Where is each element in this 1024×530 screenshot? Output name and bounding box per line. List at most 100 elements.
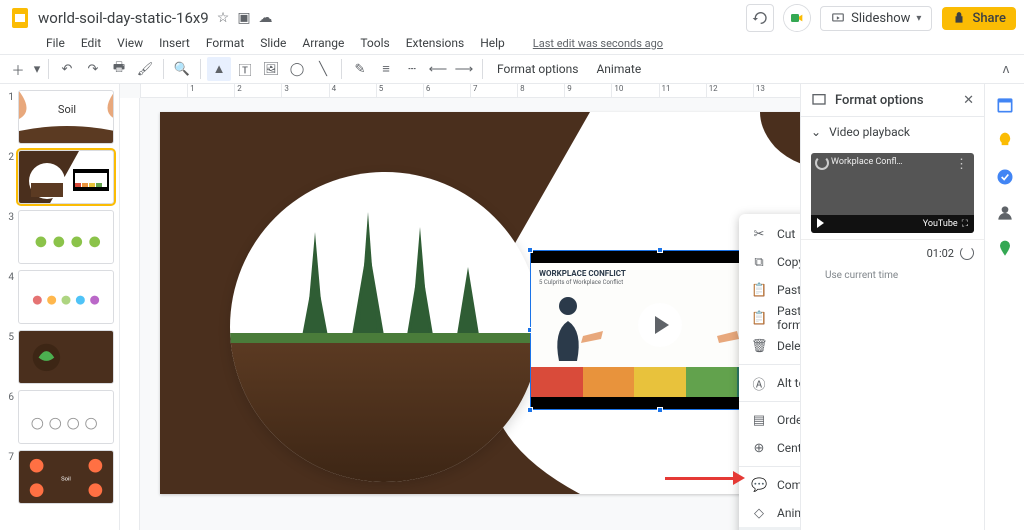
play-icon[interactable] xyxy=(638,303,682,347)
ctx-comment[interactable]: 💬Comment⌘+Option+M xyxy=(739,471,800,499)
ctx-alt-text[interactable]: ⒶAlt text⌘+Option+Y xyxy=(739,369,800,397)
menu-format[interactable]: Format xyxy=(200,34,250,52)
line-tool[interactable]: ╲ xyxy=(311,57,335,81)
zoom-button[interactable]: 🔍 xyxy=(170,57,194,81)
video-subtitle: 5 Culprits of Workplace Conflict xyxy=(539,279,623,286)
canvas-area[interactable]: 12345678910111213 xyxy=(120,84,800,530)
vertical-ruler xyxy=(120,98,140,530)
meet-icon[interactable] xyxy=(784,5,810,31)
ctx-paste-nf[interactable]: 📋Paste without formatting⌘+Shift+V xyxy=(739,304,800,332)
fullscreen-icon[interactable]: ⛶ xyxy=(962,219,968,229)
thumb-num-5: 5 xyxy=(4,330,14,343)
horizontal-ruler: 12345678910111213 xyxy=(140,84,800,98)
format-options-panel: Format options ✕ ⌄Video playback Workpla… xyxy=(800,84,984,530)
resize-handle[interactable] xyxy=(527,247,533,253)
animate-icon: ◇ xyxy=(751,506,767,521)
share-button[interactable]: Share xyxy=(942,7,1016,30)
document-title[interactable]: world-soil-day-static-16x9 xyxy=(38,9,209,27)
line-end[interactable]: ⟶ xyxy=(452,57,476,81)
cut-icon: ✂ xyxy=(751,227,767,242)
more-icon[interactable]: ⋮ xyxy=(955,157,968,172)
thumb-num-7: 7 xyxy=(4,450,14,463)
tasks-icon[interactable] xyxy=(994,166,1016,188)
calendar-icon[interactable] xyxy=(994,94,1016,116)
thumb-num-4: 4 xyxy=(4,270,14,283)
menu-view[interactable]: View xyxy=(111,34,149,52)
menu-extensions[interactable]: Extensions xyxy=(400,34,470,52)
replay-icon[interactable] xyxy=(815,156,829,170)
toolbar-animate[interactable]: Animate xyxy=(588,62,649,76)
move-icon[interactable]: ▣ xyxy=(237,10,250,26)
paste-nf-icon: 📋 xyxy=(751,311,767,326)
cloud-icon[interactable]: ☁ xyxy=(259,10,273,26)
chevron-down-icon: ⌄ xyxy=(811,125,821,139)
ctx-cut[interactable]: ✂Cut⌘X xyxy=(739,220,800,248)
thumbnail-5[interactable] xyxy=(18,330,114,384)
thumbnail-4[interactable] xyxy=(18,270,114,324)
last-edit-link[interactable]: Last edit was seconds ago xyxy=(527,35,669,52)
collapse-toolbar-icon[interactable]: ʌ xyxy=(994,57,1018,81)
copy-icon: ⧉ xyxy=(751,255,767,270)
line-start[interactable]: ⟵ xyxy=(426,57,450,81)
menu-insert[interactable]: Insert xyxy=(153,34,196,52)
thumbnail-1[interactable]: Soil xyxy=(18,90,114,144)
shape-tool[interactable]: ◯ xyxy=(285,57,309,81)
new-slide-dropdown[interactable]: ▾ xyxy=(32,57,42,81)
close-panel-icon[interactable]: ✕ xyxy=(963,93,974,108)
menu-file[interactable]: File xyxy=(40,34,71,52)
ctx-copy[interactable]: ⧉Copy⌘C xyxy=(739,248,800,276)
current-time-hint[interactable]: Use current time xyxy=(801,266,984,291)
keep-icon[interactable] xyxy=(994,130,1016,152)
thumbnail-7[interactable]: Soil xyxy=(18,450,114,504)
slide-canvas[interactable]: WORKPLACE CONFLICT 5 Culprits of Workpla… xyxy=(160,112,800,494)
video-playback-section[interactable]: ⌄Video playback xyxy=(801,117,984,147)
slideshow-button[interactable]: Slideshow▾ xyxy=(820,6,932,31)
video-preview[interactable]: Workplace Confl… ⋮ YouTube⛶ xyxy=(811,153,974,233)
undo-button[interactable]: ↶ xyxy=(55,57,79,81)
alt-text-icon: Ⓐ xyxy=(751,374,767,393)
thumbnail-2[interactable] xyxy=(18,150,114,204)
paste-icon: 📋 xyxy=(751,283,767,298)
new-slide-button[interactable]: ＋ xyxy=(6,57,30,81)
version-history-icon[interactable] xyxy=(746,4,774,32)
ctx-center[interactable]: ⊕Center on page xyxy=(739,434,800,462)
ctx-paste[interactable]: 📋Paste⌘V xyxy=(739,276,800,304)
menu-edit[interactable]: Edit xyxy=(75,34,107,52)
star-icon[interactable]: ☆ xyxy=(217,10,230,26)
menu-tools[interactable]: Tools xyxy=(354,34,395,52)
select-tool[interactable]: ▲ xyxy=(207,57,231,81)
video-title: WORKPLACE CONFLICT xyxy=(539,269,626,278)
menu-slide[interactable]: Slide xyxy=(254,34,292,52)
thumb-num-6: 6 xyxy=(4,390,14,403)
textbox-tool[interactable]: 🅃 xyxy=(233,57,257,81)
ctx-order[interactable]: ▤Order xyxy=(739,406,800,434)
line-color[interactable]: ✎ xyxy=(348,57,372,81)
filmstrip[interactable]: 1 Soil 2 3 4 5 6 7 Soil xyxy=(0,84,120,530)
preview-play-icon[interactable] xyxy=(817,218,824,231)
line-weight[interactable]: ≡ xyxy=(374,57,398,81)
resize-handle[interactable] xyxy=(657,247,663,253)
refresh-icon[interactable] xyxy=(960,246,974,260)
thumb-num-3: 3 xyxy=(4,210,14,223)
thumbnail-6[interactable] xyxy=(18,390,114,444)
ctx-delete[interactable]: 🗑Delete xyxy=(739,332,800,360)
toolbar-format-options[interactable]: Format options xyxy=(489,62,586,76)
resize-handle[interactable] xyxy=(527,407,533,413)
redo-button[interactable]: ↷ xyxy=(81,57,105,81)
thumbnail-3[interactable] xyxy=(18,210,114,264)
delete-icon: 🗑 xyxy=(751,339,767,354)
menu-help[interactable]: Help xyxy=(474,34,511,52)
context-menu: ✂Cut⌘X ⧉Copy⌘C 📋Paste⌘V 📋Paste without f… xyxy=(739,214,800,530)
line-dash[interactable]: ┄ xyxy=(400,57,424,81)
annotation-arrow xyxy=(665,471,745,485)
youtube-label: YouTube xyxy=(923,219,958,229)
menu-arrange[interactable]: Arrange xyxy=(296,34,350,52)
paint-format-button[interactable]: 🖌 xyxy=(133,57,157,81)
end-time-value[interactable]: 01:02 xyxy=(927,247,954,260)
image-tool[interactable]: 🖼 xyxy=(259,57,283,81)
maps-icon[interactable] xyxy=(994,238,1016,260)
ctx-animate[interactable]: ◇Animate xyxy=(739,499,800,527)
print-button[interactable]: 🖶 xyxy=(107,57,131,81)
contacts-icon[interactable] xyxy=(994,202,1016,224)
resize-handle[interactable] xyxy=(657,407,663,413)
